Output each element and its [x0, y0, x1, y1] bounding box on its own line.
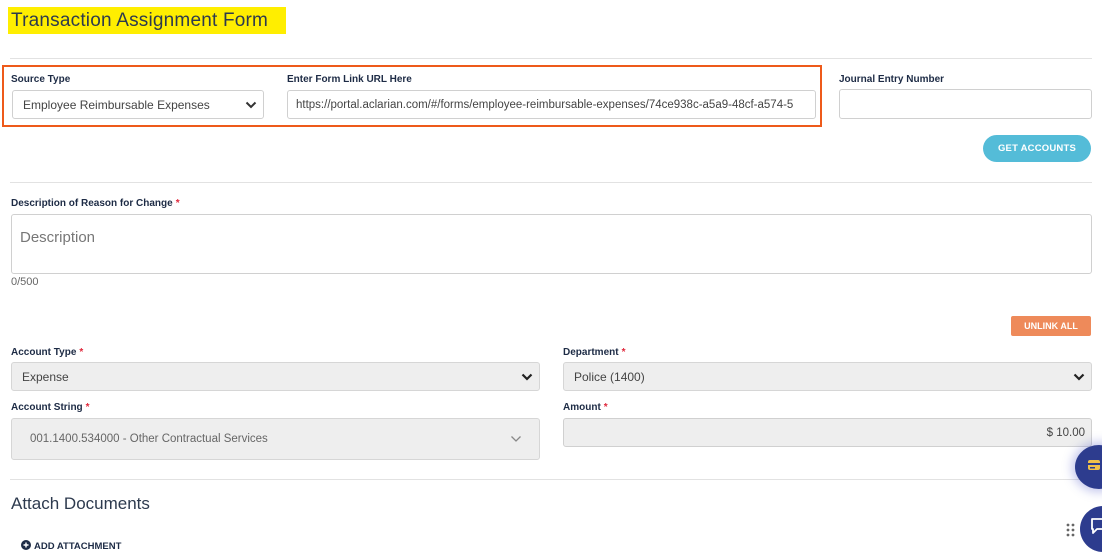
divider — [10, 58, 1092, 59]
chevron-down-icon — [515, 363, 539, 390]
account-type-label: Account Type * — [11, 347, 83, 358]
required-mark: * — [85, 402, 90, 413]
description-label-text: Description of Reason for Change — [11, 198, 173, 209]
account-type-value: Expense — [22, 369, 69, 384]
page-title: Transaction Assignment Form — [8, 7, 287, 34]
form-link-input[interactable]: https://portal.aclarian.com/#/forms/empl… — [287, 90, 816, 119]
account-string-value: 001.1400.534000 - Other Contractual Serv… — [30, 433, 268, 445]
required-mark: * — [175, 198, 180, 209]
required-mark: * — [603, 402, 608, 413]
amount-input[interactable]: $ 10.00 — [563, 418, 1092, 447]
department-select[interactable]: Police (1400) — [563, 362, 1092, 391]
plus-circle-icon — [21, 540, 31, 552]
chat-icon — [1090, 517, 1102, 541]
unlink-all-button[interactable]: UNLINK ALL — [1011, 316, 1091, 336]
character-counter: 0/500 — [11, 276, 39, 288]
description-label: Description of Reason for Change * — [11, 198, 180, 209]
divider — [10, 182, 1092, 183]
chevron-down-icon — [1067, 363, 1091, 390]
journal-entry-label: Journal Entry Number — [839, 74, 945, 85]
drag-dots-icon[interactable] — [1066, 522, 1076, 538]
attach-documents-heading: Attach Documents — [11, 494, 150, 513]
chat-widget-button[interactable] — [1080, 506, 1102, 552]
account-string-label: Account String * — [11, 402, 90, 413]
account-type-select[interactable]: Expense — [11, 362, 540, 391]
department-value: Police (1400) — [574, 369, 645, 384]
add-attachment-button[interactable]: ADD ATTACHMENT — [21, 540, 121, 552]
source-type-label: Source Type — [11, 74, 71, 85]
account-type-label-text: Account Type — [11, 347, 77, 358]
account-string-label-text: Account String — [11, 402, 83, 413]
department-label-text: Department — [563, 347, 619, 358]
description-textarea[interactable]: Description — [11, 214, 1092, 274]
journal-entry-input[interactable] — [839, 89, 1092, 119]
source-type-select[interactable]: Employee Reimbursable Expenses — [12, 90, 264, 119]
required-mark: * — [621, 347, 626, 358]
add-attachment-label: ADD ATTACHMENT — [34, 541, 122, 552]
amount-label-text: Amount — [563, 402, 601, 413]
account-string-select[interactable]: 001.1400.534000 - Other Contractual Serv… — [11, 418, 540, 460]
source-type-value: Employee Reimbursable Expenses — [23, 97, 210, 112]
chevron-down-icon — [239, 91, 263, 118]
form-link-label: Enter Form Link URL Here — [287, 74, 412, 85]
card-widget-button[interactable] — [1075, 445, 1102, 489]
required-mark: * — [79, 347, 84, 358]
get-accounts-button[interactable]: GET ACCOUNTS — [983, 135, 1091, 162]
divider — [10, 479, 1092, 480]
card-icon — [1087, 458, 1101, 476]
amount-label: Amount * — [563, 402, 608, 413]
chevron-down-icon — [493, 419, 539, 459]
department-label: Department * — [563, 347, 625, 358]
